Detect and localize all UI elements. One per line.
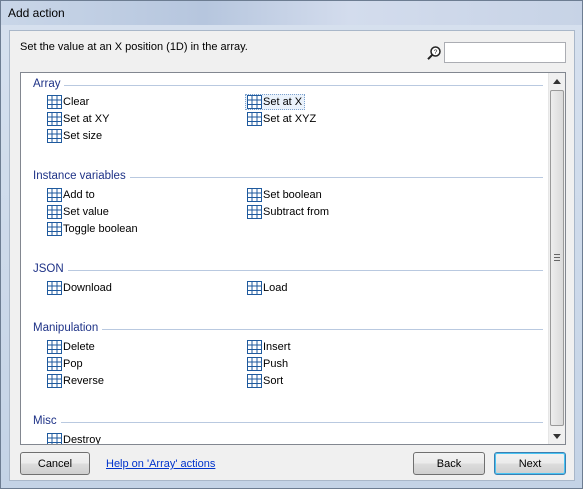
help-link[interactable]: Help on 'Array' actions (106, 458, 215, 470)
action-item-destroy[interactable]: Destroy (45, 432, 104, 445)
category-header-manipulation: Manipulation (33, 322, 543, 336)
grid-icon (47, 281, 62, 295)
category-divider (33, 422, 543, 423)
action-item-add-to[interactable]: Add to (45, 187, 98, 203)
grid-icon (47, 112, 62, 126)
arrow-down-icon (553, 433, 561, 439)
category-label: Instance variables (33, 170, 130, 182)
action-description: Set the value at an X position (1D) in t… (20, 41, 248, 53)
action-label: Pop (63, 358, 83, 370)
category-header-instance-variables: Instance variables (33, 170, 543, 184)
action-label: Set at XYZ (263, 113, 317, 125)
grid-icon (47, 433, 62, 444)
search-icon: ? (427, 46, 441, 60)
category-divider (33, 329, 543, 330)
action-item-pop[interactable]: Pop (45, 356, 86, 372)
cancel-button[interactable]: Cancel (20, 452, 90, 475)
action-label: Reverse (63, 375, 104, 387)
action-label: Subtract from (263, 206, 330, 218)
action-item-set-at-xyz[interactable]: Set at XYZ (245, 111, 319, 127)
category-header-json: JSON (33, 263, 543, 277)
action-item-set-at-x[interactable]: Set at X (245, 94, 306, 110)
search-input[interactable] (444, 42, 566, 63)
category-header-array: Array (33, 78, 543, 92)
scroll-down-button[interactable] (549, 428, 565, 444)
grid-icon (47, 188, 62, 202)
grid-icon (47, 357, 62, 371)
grid-icon (247, 188, 262, 202)
grid-icon (247, 95, 262, 109)
grid-icon (47, 95, 62, 109)
grid-icon (247, 205, 262, 219)
add-action-dialog: Add action Set the value at an X positio… (0, 0, 583, 489)
dialog-client-area: Set the value at an X position (1D) in t… (9, 30, 575, 481)
action-label: Toggle boolean (63, 223, 138, 235)
grid-icon (247, 281, 262, 295)
action-item-insert[interactable]: Insert (245, 339, 294, 355)
grip-icon (554, 254, 560, 261)
category-label: Array (33, 78, 65, 90)
category-label: JSON (33, 263, 68, 275)
action-item-subtract-from[interactable]: Subtract from (245, 204, 332, 220)
action-label: Set boolean (263, 189, 322, 201)
category-label: Misc (33, 415, 61, 427)
scroll-up-button[interactable] (549, 73, 565, 89)
window-title: Add action (8, 6, 65, 20)
action-label: Add to (63, 189, 95, 201)
action-item-delete[interactable]: Delete (45, 339, 98, 355)
grid-icon (47, 222, 62, 236)
grid-icon (247, 357, 262, 371)
action-item-push[interactable]: Push (245, 356, 291, 372)
action-item-set-size[interactable]: Set size (45, 128, 105, 144)
action-item-sort[interactable]: Sort (245, 373, 286, 389)
category-label: Manipulation (33, 322, 103, 334)
action-item-toggle-boolean[interactable]: Toggle boolean (45, 221, 141, 237)
action-item-clear[interactable]: Clear (45, 94, 92, 110)
arrow-up-icon (553, 78, 561, 84)
grid-icon (247, 374, 262, 388)
action-item-set-boolean[interactable]: Set boolean (245, 187, 325, 203)
action-list: Array Clear Set at X Set at XY Set at XY… (20, 72, 566, 445)
action-label: Set value (63, 206, 109, 218)
action-label: Insert (263, 341, 291, 353)
action-label: Sort (263, 375, 284, 387)
action-label: Clear (63, 96, 90, 108)
action-label: Set size (63, 130, 103, 142)
action-item-set-value[interactable]: Set value (45, 204, 112, 220)
action-item-set-at-xy[interactable]: Set at XY (45, 111, 112, 127)
grid-icon (47, 205, 62, 219)
action-item-download[interactable]: Download (45, 280, 115, 296)
grid-icon (47, 374, 62, 388)
category-divider (33, 270, 543, 271)
svg-text:?: ? (434, 49, 438, 56)
action-label: Delete (63, 341, 95, 353)
action-item-reverse[interactable]: Reverse (45, 373, 107, 389)
action-label: Push (263, 358, 289, 370)
category-header-misc: Misc (33, 415, 543, 429)
back-button[interactable]: Back (413, 452, 485, 475)
next-button[interactable]: Next (494, 452, 566, 475)
action-label: Set at XY (63, 113, 110, 125)
grid-icon (247, 112, 262, 126)
category-divider (33, 85, 543, 86)
scroll-thumb[interactable] (550, 90, 564, 426)
grid-icon (47, 129, 62, 143)
action-item-load[interactable]: Load (245, 280, 290, 296)
grid-icon (247, 340, 262, 354)
action-label: Load (263, 282, 288, 294)
action-label: Set at X (263, 96, 303, 108)
action-label: Download (63, 282, 112, 294)
action-label: Destroy (63, 434, 101, 445)
grid-icon (47, 340, 62, 354)
vertical-scrollbar[interactable] (548, 73, 565, 444)
title-bar[interactable]: Add action (1, 1, 582, 25)
